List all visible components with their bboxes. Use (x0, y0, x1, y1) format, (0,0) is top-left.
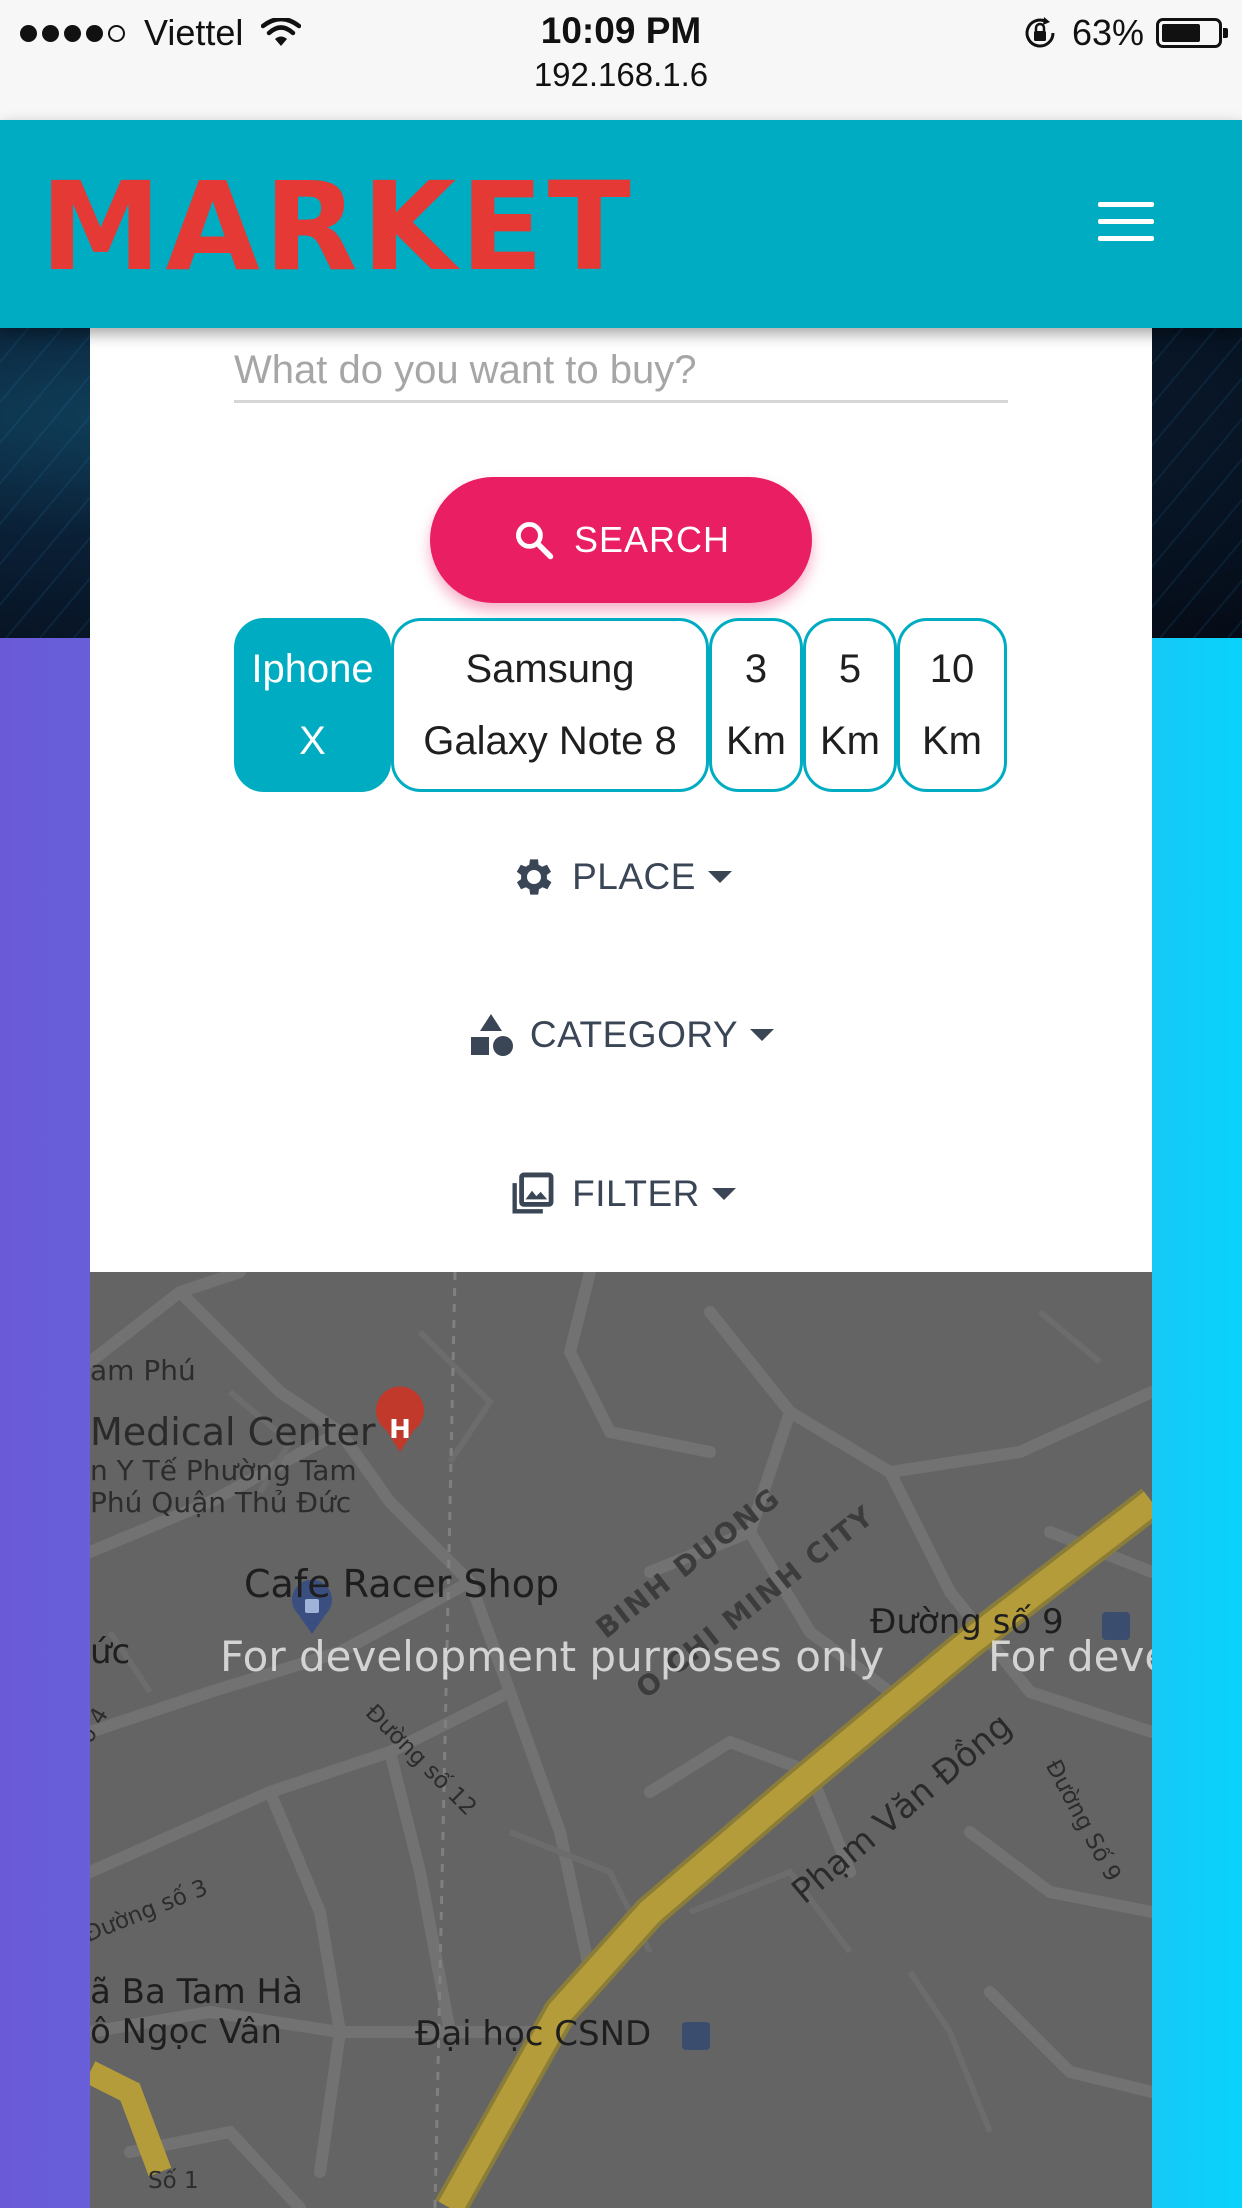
map-watermark-repeat: For deve (988, 1632, 1152, 1681)
search-button[interactable]: SEARCH (430, 477, 812, 603)
category-dropdown[interactable]: CATEGORY (90, 1000, 1152, 1070)
category-dropdown-label: CATEGORY (529, 1014, 739, 1055)
chip-line: Km (820, 719, 880, 763)
rotation-lock-icon (1025, 17, 1055, 48)
shapes-icon (470, 1014, 513, 1056)
search-card: SEARCH Iphone X Samsung Galaxy Note 8 3 Km … (90, 328, 1152, 1272)
page-url[interactable]: 192.168.1.6 (0, 54, 1242, 96)
chip-line: Iphone (251, 647, 374, 691)
search-button-label: SEARCH (573, 519, 731, 560)
chip-line: X (299, 719, 326, 763)
top-navbar: MARKET (0, 120, 1242, 328)
map-label-medical-sub2: Phú Quận Thủ Đức (90, 1486, 352, 1519)
map-label-tam-phu: am Phú (90, 1354, 196, 1387)
search-icon (516, 522, 554, 560)
filter-dropdown-label: FILTER (572, 1173, 700, 1214)
chip-line: Galaxy Note 8 (423, 719, 677, 763)
chip-line: Km (726, 719, 786, 763)
hamburger-menu-icon[interactable] (1098, 202, 1154, 246)
chip-10-km[interactable]: 10 Km (897, 618, 1007, 792)
chip-line: Km (922, 719, 982, 763)
map-label-medical-sub1: n Y Tế Phường Tam (90, 1454, 357, 1487)
map-label-ngoc-van: ô Ngọc Vân (90, 2012, 282, 2052)
photo-library-icon (512, 1172, 554, 1214)
place-dropdown-label: PLACE (572, 856, 696, 897)
chip-line: 5 (838, 647, 862, 691)
caret-down-icon (707, 871, 732, 883)
chip-iphone-x[interactable]: Iphone X (234, 618, 391, 792)
chip-5-km[interactable]: 5 Km (803, 618, 897, 792)
map-label-nga-ba-tam-ha: ã Ba Tam Hà (90, 1972, 303, 2012)
chip-line: 10 (929, 647, 975, 691)
chip-line: Samsung (465, 647, 635, 691)
chip-samsung-galaxy-note-8[interactable]: Samsung Galaxy Note 8 (391, 618, 709, 792)
brand-logo[interactable]: MARKET (40, 162, 635, 292)
map-view[interactable]: H am Phú Medical Center n Y Tế Phường Ta… (90, 1272, 1152, 2208)
map-label-dai-hoc-csnd: Đại học CSND (415, 2014, 652, 2054)
map-label-cafe: Cafe Racer Shop (244, 1562, 560, 1606)
search-input[interactable] (234, 340, 1008, 403)
chip-line: 3 (744, 647, 768, 691)
caret-down-icon (750, 1029, 775, 1041)
battery-percent: 63% (1071, 12, 1144, 53)
map-watermark: For development purposes only (220, 1632, 885, 1681)
map-label-medical-center: Medical Center (90, 1410, 376, 1454)
quick-filter-chips: Iphone X Samsung Galaxy Note 8 3 Km 5 Km 10 K… (234, 618, 1007, 792)
chip-3-km[interactable]: 3 Km (709, 618, 803, 792)
battery-icon (1156, 18, 1228, 48)
svg-text:H: H (389, 1415, 411, 1445)
place-dropdown[interactable]: PLACE (90, 842, 1152, 912)
caret-down-icon (711, 1188, 736, 1200)
map-label-uc: ức (90, 1632, 131, 1672)
filter-dropdown[interactable]: FILTER (90, 1159, 1152, 1229)
status-right: 63% (1022, 12, 1228, 54)
map-label-so-1: Số 1 (148, 2168, 199, 2194)
gear-icon (516, 859, 552, 895)
status-bar: Viettel 10:09 PM 192.168.1.6 63% (0, 0, 1242, 120)
